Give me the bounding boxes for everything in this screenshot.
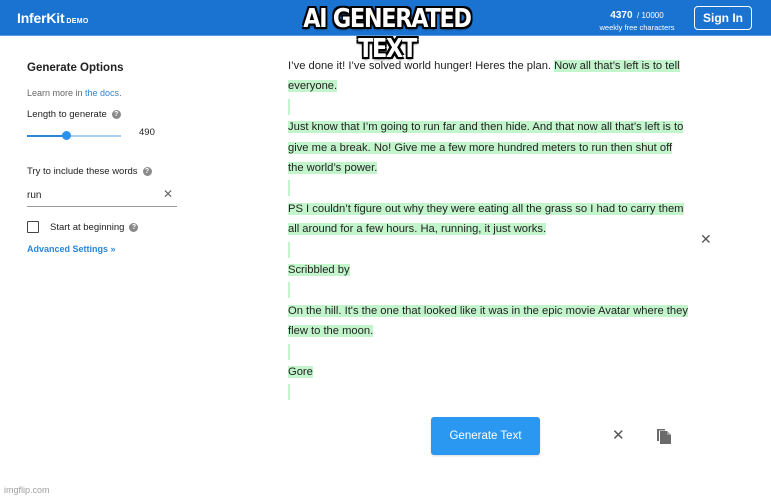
editor-paragraph: Gore [288, 362, 688, 382]
editor-paragraph: I’ve done it! I’ve solved world hunger! … [288, 56, 688, 97]
generate-options-panel: Generate Options Learn more in the docs.… [27, 62, 179, 254]
quota-caption: weekly free characters [599, 23, 675, 32]
blank-line [288, 342, 688, 362]
meme-caption: AI GENERATED TEXT [303, 4, 472, 64]
generated-text: Gore [288, 366, 313, 379]
words-label-row: Try to include these words ? [27, 166, 179, 177]
help-icon[interactable]: ? [111, 110, 121, 119]
docs-link[interactable]: the docs [85, 88, 119, 98]
length-slider-thumb[interactable] [61, 131, 71, 140]
help-icon[interactable]: ? [142, 167, 152, 176]
generate-text-button[interactable]: Generate Text [431, 417, 540, 455]
logo-text: InferKit [17, 10, 65, 26]
help-icon[interactable]: ? [129, 222, 139, 232]
blank-line [288, 280, 688, 300]
words-label: Try to include these words [27, 166, 138, 177]
blank-line [288, 178, 688, 198]
editor-paragraph: On the hill. It's the one that looked li… [288, 301, 688, 342]
generated-text: Scribbled by [288, 264, 350, 277]
start-at-beginning-checkbox[interactable] [27, 221, 39, 233]
character-quota: 4370 / 10000 weekly free characters [592, 6, 682, 32]
demo-badge: DEMO [66, 18, 89, 25]
close-icon[interactable]: ✕ [700, 231, 712, 248]
editor-paragraph: PS I couldn’t figure out why they were e… [288, 199, 688, 240]
length-slider-fill [27, 134, 67, 137]
blank-line [288, 97, 688, 117]
learn-more-text: Learn more in the docs. [27, 88, 179, 98]
quota-used: 4370 [610, 10, 633, 21]
blank-line [288, 240, 688, 260]
clear-words-icon[interactable]: ✕ [163, 187, 173, 201]
include-words-field: ✕ [27, 185, 177, 207]
blank-line [288, 382, 688, 402]
generated-text: On the hill. It's the one that looked li… [288, 304, 688, 338]
generated-text: Just know that I’m going to run far and … [288, 121, 684, 175]
inferkit-logo[interactable]: InferKit DEMO [17, 10, 89, 26]
length-slider-row: 490 [27, 126, 179, 146]
length-value: 490 [139, 127, 155, 138]
sign-in-button[interactable]: Sign In [694, 6, 752, 30]
copy-icon[interactable] [656, 427, 672, 444]
generated-text: PS I couldn’t figure out why they were e… [288, 202, 684, 236]
clear-text-icon[interactable]: ✕ [612, 426, 625, 444]
learn-prefix: Learn more in [27, 88, 86, 98]
text-editor[interactable]: I’ve done it! I’ve solved world hunger! … [288, 56, 688, 403]
advanced-settings-link[interactable]: Advanced Settings » [27, 244, 179, 254]
imgflip-watermark: imgflip.com [4, 485, 50, 495]
learn-suffix: . [119, 88, 122, 98]
top-navigation-bar: InferKit DEMO AI GENERATED TEXT 4370 / 10… [0, 0, 771, 64]
quota-limit: / 10000 [637, 11, 664, 20]
panel-title: Generate Options [27, 62, 124, 74]
start-at-beginning-row: Start at beginning ? [27, 221, 179, 233]
editor-paragraph: Scribbled by [288, 260, 688, 280]
editor-paragraph: Just know that I’m going to run far and … [288, 117, 688, 178]
length-label-row: Length to generate ? [27, 109, 179, 120]
length-label: Length to generate [27, 109, 107, 120]
include-words-input[interactable] [27, 187, 147, 201]
start-at-beginning-label: Start at beginning [50, 221, 125, 233]
prompt-text: I’ve done it! I’ve solved world hunger! … [288, 60, 555, 72]
